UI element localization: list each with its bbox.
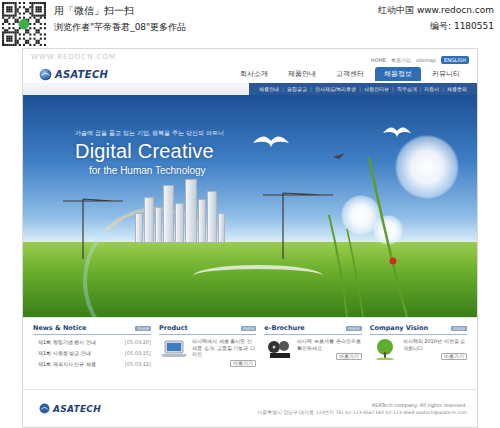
card-text: 아사텍의 2010년 비전을 소개합니다 [403, 338, 467, 351]
content-row: News & Notice more ㆍ제1회 창립기념 행사 안내[05.03.2… [23, 317, 477, 389]
nav-item[interactable]: 채용정보 [375, 67, 421, 81]
building [155, 207, 162, 243]
logo-emblem-icon [39, 403, 50, 414]
building [185, 179, 197, 243]
sub-nav: 채용안내|모집공고|인사제도/복리후생|사원인터뷰|직무소개|지원서|채용문의 [23, 83, 477, 95]
building [163, 185, 174, 243]
go-button[interactable]: 바로가기 [336, 353, 362, 360]
building [175, 203, 184, 243]
news-item[interactable]: ㆍ제1회 해외지사 신규 채용[05.03.12] [33, 360, 151, 368]
hero-tagline: 가슴에 꿈을 품고 있는 기업, 행복을 주는 당신의 파트너 [75, 129, 477, 138]
logo-text: ASATECH [55, 69, 108, 80]
logo-emblem-icon [39, 68, 52, 81]
copyright: ASATech company. All rights reserved. [372, 402, 467, 408]
card-title: e-Brochure [264, 324, 304, 332]
main-nav: 회사소개제품안내고객센터채용정보커뮤니티 [231, 67, 469, 81]
sub-nav-item[interactable]: 인사제도/복리후생 [315, 86, 357, 92]
nav-item[interactable]: 커뮤니티 [423, 67, 469, 81]
top-links: HOME 회원가입 sitemap ENGLISH [371, 56, 469, 64]
sub-nav-item[interactable]: 지원서 [424, 86, 439, 92]
go-button[interactable]: 바로가기 [441, 353, 467, 360]
footer-logo-text: ASATECH [53, 404, 101, 414]
news-date: [05.03.15] [125, 350, 151, 356]
dandelion [395, 135, 459, 199]
film-reel-icon [264, 338, 294, 360]
language-button[interactable]: ENGLISH [441, 56, 469, 64]
address: 서울특별시 강남구 대치동 123번지 TEL 02-123-4567 FAX … [257, 410, 467, 415]
building [144, 197, 154, 243]
hero-title: Digital Creative [75, 140, 477, 163]
news-panel: News & Notice more ㆍ제1회 창립기념 행사 안내[05.03.2… [33, 324, 151, 389]
url-watermark: WWW.REDOCN.COM [31, 53, 116, 61]
hero-banner: 가슴에 꿈을 품고 있는 기업, 행복을 주는 당신의 파트너 Digital C… [23, 95, 477, 317]
go-button[interactable]: 바로가기 [230, 360, 256, 367]
sub-nav-item[interactable]: 사원인터뷰 [364, 86, 389, 92]
feature-card: e-Brochure more 아사텍 브로셔를 온라인으로 확인하세요바로가기 [264, 324, 361, 389]
dandelion-stems-icon [317, 95, 477, 317]
card-text: 아사텍 브로셔를 온라인으로 확인하세요 [297, 338, 361, 351]
more-button[interactable]: more [241, 326, 257, 331]
footer-logo[interactable]: ASATECH [39, 403, 101, 414]
feature-card: Company Vision more 아사텍의 2010년 비전을 소개합니다바로… [370, 324, 467, 389]
nav-item[interactable]: 회사소개 [231, 67, 277, 81]
building [218, 213, 225, 243]
card-title: Product [159, 324, 188, 332]
feature-card: Product more 아사텍에서 새로 출시된 신제품 소개, 고품질 기능과 … [159, 324, 256, 389]
website-mockup: WWW.REDOCN.COM ASATECH HOME 회원가입 sitemap ENGL… [22, 48, 478, 428]
laptop-icon [159, 338, 189, 360]
news-item[interactable]: ㆍ제1회 사원증 발급 안내[05.03.15] [33, 349, 151, 357]
item-code: 编号: 1180551 [378, 20, 494, 33]
sub-nav-item[interactable]: 직무소개 [397, 86, 417, 92]
logo[interactable]: ASATECH [39, 68, 108, 81]
hero-subtitle: for the Human Technology [75, 165, 477, 176]
nav-item[interactable]: 고객센터 [327, 67, 373, 81]
grass-field [23, 242, 477, 317]
building [207, 191, 217, 243]
crane-icon [43, 179, 343, 259]
qr-code-icon [2, 2, 46, 46]
sub-nav-item[interactable]: 채용안내 [259, 86, 279, 92]
news-date: [05.03.20] [125, 339, 151, 345]
top-link[interactable]: HOME [371, 57, 386, 63]
sub-nav-item[interactable]: 채용문의 [447, 86, 467, 92]
building [198, 199, 206, 243]
stock-site-bar: 用「微信」扫一扫浏览作者"芊帝香君_08"更多作品 红动中国 www.redocn… [0, 0, 500, 48]
news-title: News & Notice [33, 324, 86, 332]
sub-nav-item[interactable]: 모집공고 [287, 86, 307, 92]
road [193, 265, 323, 287]
news-date: [05.03.12] [125, 361, 151, 367]
more-button[interactable]: more [346, 326, 362, 331]
building [135, 213, 143, 243]
nav-item[interactable]: 제품안내 [279, 67, 325, 81]
site-name[interactable]: 红动中国 www.redocn.com [378, 4, 494, 17]
top-link[interactable]: 회원가입 [391, 57, 411, 63]
top-link[interactable]: sitemap [416, 57, 436, 63]
card-title: Company Vision [370, 324, 429, 332]
screenshot: 用「微信」扫一扫浏览作者"芊帝香君_08"更多作品 红动中国 www.redocn… [0, 0, 500, 428]
news-item[interactable]: ㆍ제1회 창립기념 행사 안내[05.03.20] [33, 338, 151, 346]
tree-icon [370, 338, 400, 360]
site-footer: ASATECH ASATech company. All rights reser… [23, 389, 477, 427]
card-text: 아사텍에서 새로 출시된 신제품 소개, 고품질 기능과 디자인 [192, 338, 256, 358]
qr-caption: 用「微信」扫一扫 [54, 4, 186, 18]
more-button[interactable]: more [451, 326, 467, 331]
more-button[interactable]: more [135, 326, 151, 331]
author-link[interactable]: 浏览作者"芊帝香君_08"更多作品 [54, 21, 186, 34]
